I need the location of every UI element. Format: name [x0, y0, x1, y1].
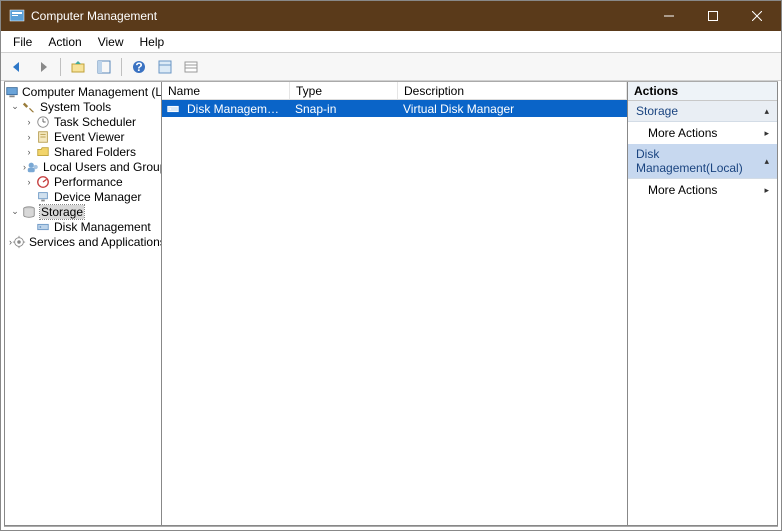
event-icon: [35, 129, 51, 144]
minimize-button[interactable]: [647, 1, 691, 31]
expand-icon[interactable]: ›: [23, 117, 35, 127]
clock-icon: [35, 114, 51, 129]
back-button[interactable]: [5, 55, 29, 79]
tree-device-manager[interactable]: Device Manager: [5, 189, 161, 204]
menu-view[interactable]: View: [90, 33, 132, 51]
actions-title: Actions: [628, 82, 777, 101]
show-hide-tree-button[interactable]: [92, 55, 116, 79]
tree-system-tools[interactable]: ⌄ System Tools: [5, 99, 161, 114]
collapse-icon[interactable]: ⌄: [9, 206, 21, 217]
tree-event-viewer[interactable]: › Event Viewer: [5, 129, 161, 144]
actions-pane: Actions Storage ▴ More Actions ▸ Disk Ma…: [628, 82, 778, 526]
tree-services-apps[interactable]: › Services and Applications: [5, 234, 161, 249]
expand-icon[interactable]: ›: [23, 132, 35, 142]
computer-icon: [5, 84, 19, 99]
toolbar-separator: [60, 58, 61, 76]
list-row[interactable]: Disk Management(Loc... Snap-in Virtual D…: [162, 100, 627, 117]
tree-root[interactable]: Computer Management (Local): [5, 84, 161, 99]
storage-icon: [21, 204, 37, 219]
tree-pane: Computer Management (Local) ⌄ System Too…: [4, 82, 162, 526]
properties-button[interactable]: [153, 55, 177, 79]
submenu-icon: ▸: [764, 185, 769, 196]
maximize-button[interactable]: [691, 1, 735, 31]
actions-more-disk-management[interactable]: More Actions ▸: [628, 179, 777, 201]
window-title: Computer Management: [31, 9, 647, 23]
content-area: Computer Management (Local) ⌄ System Too…: [4, 81, 778, 527]
actions-group-storage[interactable]: Storage ▴: [628, 101, 777, 122]
tree-performance[interactable]: › Performance: [5, 174, 161, 189]
close-button[interactable]: [735, 1, 779, 31]
cell-description: Virtual Disk Manager: [397, 102, 627, 116]
forward-button[interactable]: [31, 55, 55, 79]
tree-local-users[interactable]: › Local Users and Groups: [5, 159, 161, 174]
svg-text:?: ?: [135, 60, 142, 74]
tree-task-scheduler[interactable]: › Task Scheduler: [5, 114, 161, 129]
up-button[interactable]: [66, 55, 90, 79]
expand-icon[interactable]: ›: [23, 177, 35, 187]
help-button[interactable]: ?: [127, 55, 151, 79]
toolbar-separator: [121, 58, 122, 76]
actions-more-storage[interactable]: More Actions ▸: [628, 122, 777, 144]
column-name[interactable]: Name: [162, 82, 290, 99]
disk-icon: [165, 101, 181, 117]
device-icon: [35, 189, 51, 204]
column-type[interactable]: Type: [290, 82, 398, 99]
title-bar: Computer Management: [1, 1, 781, 31]
services-icon: [12, 234, 26, 249]
menu-action[interactable]: Action: [40, 33, 89, 51]
collapse-icon: ▴: [764, 106, 769, 117]
disk-icon: [35, 219, 51, 234]
menu-file[interactable]: File: [5, 33, 40, 51]
performance-icon: [35, 174, 51, 189]
cell-type: Snap-in: [289, 102, 397, 116]
list-pane: Name Type Description Disk Management(Lo…: [162, 82, 628, 526]
folder-share-icon: [35, 144, 51, 159]
list-header: Name Type Description: [162, 82, 627, 100]
cell-name: Disk Management(Loc...: [181, 102, 289, 116]
tools-icon: [21, 99, 37, 114]
tree-shared-folders[interactable]: › Shared Folders: [5, 144, 161, 159]
collapse-icon[interactable]: ⌄: [9, 101, 21, 112]
column-description[interactable]: Description: [398, 82, 627, 99]
expand-icon[interactable]: ›: [23, 147, 35, 157]
users-icon: [26, 159, 40, 174]
app-icon: [9, 8, 25, 24]
list-button[interactable]: [179, 55, 203, 79]
submenu-icon: ▸: [764, 128, 769, 139]
menu-bar: File Action View Help: [1, 31, 781, 53]
actions-group-disk-management[interactable]: Disk Management(Local) ▴: [628, 144, 777, 179]
menu-help[interactable]: Help: [132, 33, 173, 51]
tree-storage[interactable]: ⌄ Storage: [5, 204, 161, 219]
toolbar: ?: [1, 53, 781, 81]
collapse-icon: ▴: [764, 156, 769, 167]
tree-disk-management[interactable]: Disk Management: [5, 219, 161, 234]
